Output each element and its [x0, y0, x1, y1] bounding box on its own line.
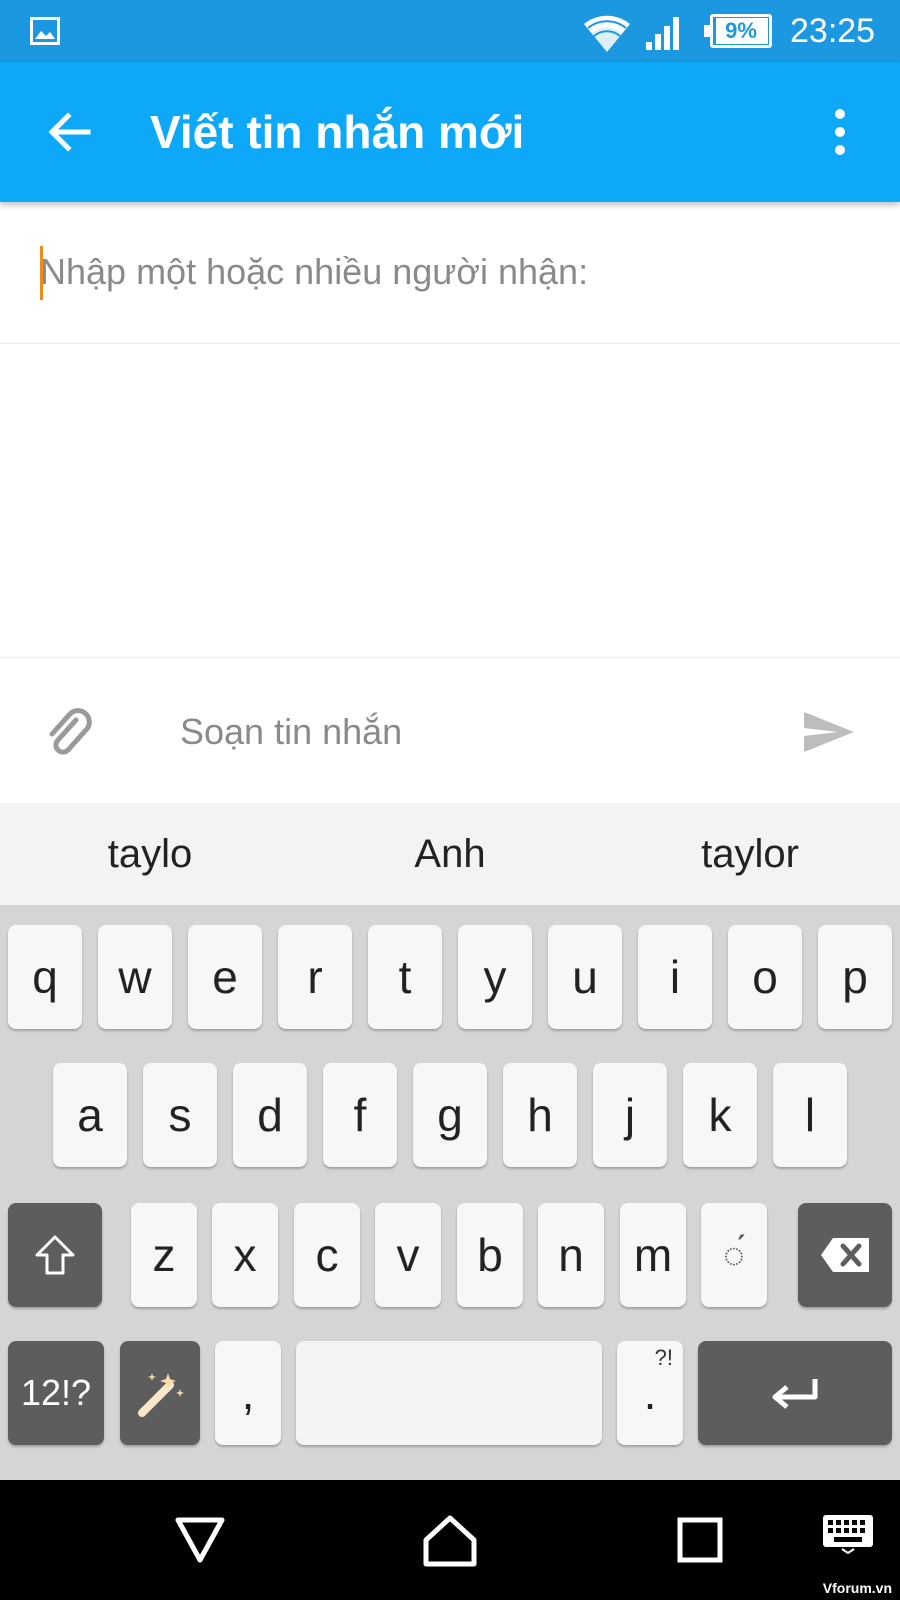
suggestion-item[interactable]: Anh — [300, 803, 600, 905]
shift-icon — [35, 1235, 75, 1275]
backspace-key[interactable] — [798, 1203, 892, 1307]
key-k[interactable]: k — [683, 1063, 757, 1167]
period-key-label: . — [643, 1367, 657, 1419]
system-nav-bar: Vforum.vn — [0, 1480, 900, 1600]
watermark: Vforum.vn — [822, 1580, 892, 1596]
magic-wand-key[interactable] — [120, 1341, 200, 1445]
key-y[interactable]: y — [458, 925, 532, 1029]
key-w[interactable]: w — [98, 925, 172, 1029]
key-v[interactable]: v — [375, 1203, 441, 1307]
suggestion-item[interactable]: taylo — [0, 803, 300, 905]
message-thread-area — [0, 344, 900, 658]
shift-key[interactable] — [8, 1203, 102, 1307]
wifi-icon — [584, 15, 630, 52]
space-key[interactable] — [296, 1341, 602, 1445]
suggestion-item[interactable]: taylor — [600, 803, 900, 905]
recipient-row — [0, 202, 900, 344]
status-bar: 9% 23:25 — [0, 0, 900, 62]
period-key-sub-label: ?! — [654, 1345, 673, 1370]
keyboard-switch-icon[interactable] — [822, 1514, 874, 1554]
compose-bar — [0, 658, 900, 803]
key-b[interactable]: b — [457, 1203, 523, 1307]
key-l[interactable]: l — [773, 1063, 847, 1167]
key-r[interactable]: r — [278, 925, 352, 1029]
more-vertical-icon[interactable] — [822, 106, 858, 158]
key-p[interactable]: p — [818, 925, 892, 1029]
key-s[interactable]: s — [143, 1063, 217, 1167]
suggestion-strip: taylo Anh taylor — [0, 803, 900, 905]
key-acute-accent[interactable]: ◌́ — [701, 1203, 767, 1307]
key-i[interactable]: i — [638, 925, 712, 1029]
enter-icon — [772, 1379, 818, 1409]
paperclip-icon[interactable] — [46, 706, 94, 758]
key-f[interactable]: f — [323, 1063, 397, 1167]
status-time: 23:25 — [790, 12, 876, 50]
enter-key[interactable] — [698, 1341, 892, 1445]
gallery-icon — [30, 17, 60, 45]
key-g[interactable]: g — [413, 1063, 487, 1167]
page-title: Viết tin nhắn mới — [150, 106, 525, 158]
compose-input[interactable] — [180, 702, 740, 762]
key-h[interactable]: h — [503, 1063, 577, 1167]
key-c[interactable]: c — [294, 1203, 360, 1307]
key-a[interactable]: a — [53, 1063, 127, 1167]
key-m[interactable]: m — [620, 1203, 686, 1307]
recipient-input[interactable] — [40, 242, 860, 302]
key-q[interactable]: q — [8, 925, 82, 1029]
period-key[interactable]: . ?! — [617, 1341, 683, 1445]
signal-icon — [646, 17, 679, 50]
soft-keyboard: q w e r t y u i o p a s d f g h j k l z … — [0, 905, 900, 1480]
battery-icon: 9% — [704, 14, 772, 48]
key-t[interactable]: t — [368, 925, 442, 1029]
comma-key[interactable]: , — [215, 1341, 281, 1445]
nav-recents-icon[interactable] — [670, 1510, 730, 1570]
arrow-left-icon[interactable] — [44, 106, 96, 158]
key-n[interactable]: n — [538, 1203, 604, 1307]
key-x[interactable]: x — [212, 1203, 278, 1307]
key-e[interactable]: e — [188, 925, 262, 1029]
magic-wand-icon — [138, 1373, 184, 1417]
nav-home-icon[interactable] — [420, 1510, 480, 1570]
battery-percent: 9% — [725, 18, 757, 43]
text-caret — [40, 246, 43, 300]
key-d[interactable]: d — [233, 1063, 307, 1167]
app-bar: Viết tin nhắn mới — [0, 62, 900, 202]
backspace-icon — [821, 1238, 869, 1272]
symbols-key[interactable]: 12!? — [8, 1341, 104, 1445]
key-j[interactable]: j — [593, 1063, 667, 1167]
send-icon[interactable] — [800, 708, 856, 756]
key-o[interactable]: o — [728, 925, 802, 1029]
key-u[interactable]: u — [548, 925, 622, 1029]
nav-back-icon[interactable] — [170, 1510, 230, 1570]
key-z[interactable]: z — [131, 1203, 197, 1307]
